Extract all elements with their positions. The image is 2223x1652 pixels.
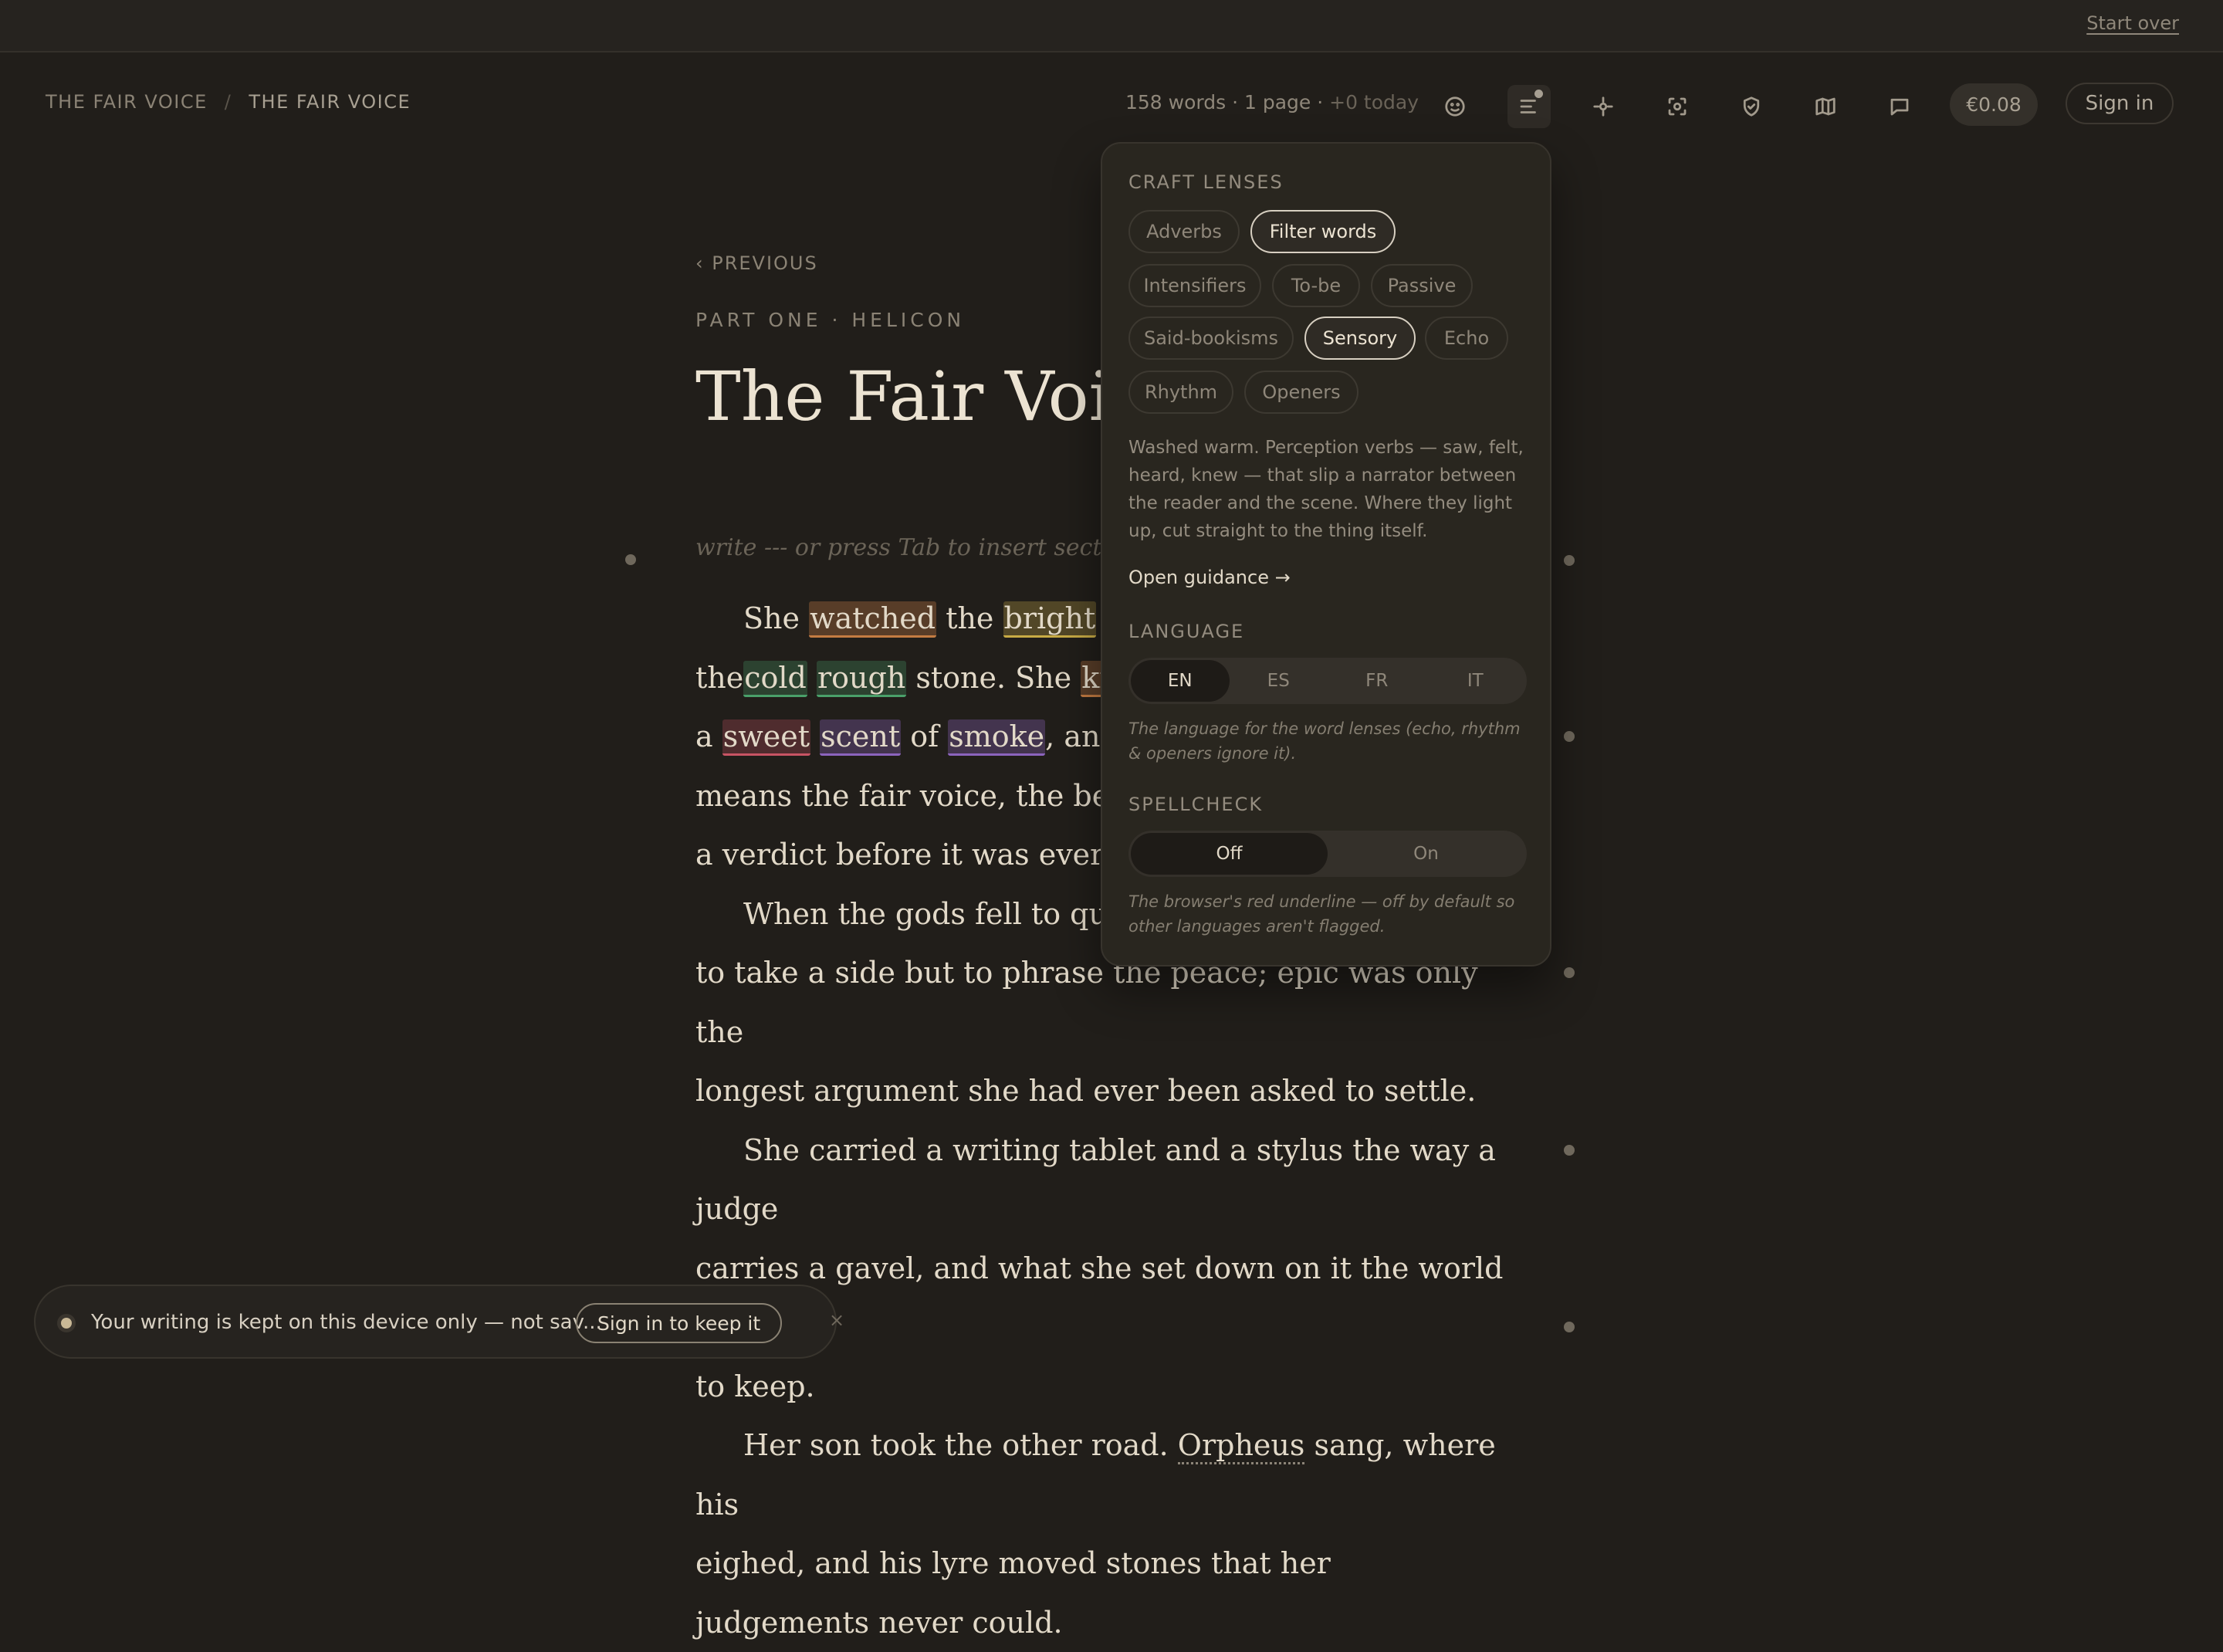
gutter-marker[interactable] xyxy=(1564,731,1575,742)
spellcheck-heading: SPELLCHECK xyxy=(1128,794,1264,815)
comment-icon[interactable] xyxy=(1878,85,1921,128)
lens-chip-filter-words[interactable]: Filter words xyxy=(1250,210,1396,253)
lenses-heading: CRAFT LENSES xyxy=(1128,171,1284,193)
spellcheck-off[interactable]: Off xyxy=(1131,833,1328,875)
local-storage-toast: Your writing is kept on this device only… xyxy=(34,1285,844,1359)
paragraph[interactable]: Her son took the other road. Orpheus san… xyxy=(695,1416,1529,1652)
previous-link[interactable]: ‹ PREVIOUS xyxy=(695,252,818,274)
lens-chip-echo[interactable]: Echo xyxy=(1425,317,1508,360)
language-heading: LANGUAGE xyxy=(1128,621,1245,642)
breadcrumb-separator: / xyxy=(224,91,232,113)
lens-chip-sensory[interactable]: Sensory xyxy=(1304,317,1416,360)
shield-check-icon[interactable] xyxy=(1730,85,1773,128)
gutter-marker[interactable] xyxy=(1564,1322,1575,1332)
lens-chip-passive[interactable]: Passive xyxy=(1371,264,1473,307)
spellcheck-note: The browser's red underline — off by def… xyxy=(1128,892,1515,936)
gutter-marker[interactable] xyxy=(625,554,636,565)
lens-menu-icon[interactable] xyxy=(1507,85,1551,128)
screenshot-frame-icon[interactable] xyxy=(1656,85,1699,128)
gutter-marker[interactable] xyxy=(1564,967,1575,978)
top-strip: Start over xyxy=(0,0,2223,52)
lens-highlight[interactable]: rough xyxy=(816,660,907,697)
lens-chip-adverbs[interactable]: Adverbs xyxy=(1128,210,1240,253)
close-icon[interactable]: × xyxy=(829,1309,844,1331)
craft-lenses-panel: CRAFT LENSES Adverbs Filter words Intens… xyxy=(1101,142,1551,966)
language-option-es[interactable]: ES xyxy=(1230,660,1328,702)
status-indicator-icon xyxy=(57,1314,76,1332)
breadcrumb-project[interactable]: THE FAIR VOICE xyxy=(46,91,208,113)
gutter-marker[interactable] xyxy=(1564,1145,1575,1156)
open-guidance-link[interactable]: Open guidance → xyxy=(1128,567,1291,588)
lens-chip-rhythm[interactable]: Rhythm xyxy=(1128,371,1233,414)
word-stats: 158 words · 1 page · +0 today xyxy=(1125,91,1419,113)
lens-highlight[interactable]: bright xyxy=(1003,601,1097,638)
lens-highlight[interactable]: smoke xyxy=(948,719,1046,756)
word-count: 158 words · 1 page · xyxy=(1125,91,1330,113)
lens-chip-to-be[interactable]: To-be xyxy=(1272,264,1360,307)
toast-message: Your writing is kept on this device only… xyxy=(91,1311,602,1334)
breadcrumb-document[interactable]: THE FAIR VOICE xyxy=(249,91,411,113)
lens-description: Washed warm. Perception verbs — saw, fel… xyxy=(1128,438,1524,541)
breadcrumb: THE FAIR VOICE / THE FAIR VOICE xyxy=(46,91,411,113)
gutter-marker[interactable] xyxy=(1564,555,1575,566)
language-option-it[interactable]: IT xyxy=(1426,660,1525,702)
lens-highlight[interactable]: cold xyxy=(743,660,807,697)
map-icon[interactable] xyxy=(1804,85,1847,128)
sign-in-button[interactable]: Sign in xyxy=(2066,83,2174,124)
sign-in-to-keep-button[interactable]: Sign in to keep it xyxy=(576,1303,783,1343)
notification-dot xyxy=(1534,90,1543,98)
lens-highlight[interactable]: watched xyxy=(809,601,937,638)
language-option-en[interactable]: EN xyxy=(1131,660,1230,702)
credit-balance[interactable]: €0.08 xyxy=(1950,83,2038,126)
paragraph[interactable]: She carried a writing tablet and a stylu… xyxy=(695,1121,1529,1417)
entity-link[interactable]: Orpheus xyxy=(1177,1428,1305,1464)
lens-highlight[interactable]: scent xyxy=(820,719,902,756)
lens-highlight[interactable]: sweet xyxy=(722,719,811,756)
language-option-fr[interactable]: FR xyxy=(1328,660,1426,702)
language-note: The language for the word lenses (echo, … xyxy=(1128,719,1521,763)
language-selector: EN ES FR IT xyxy=(1128,658,1527,704)
lens-chip-openers[interactable]: Openers xyxy=(1244,371,1358,414)
spellcheck-toggle: Off On xyxy=(1128,831,1527,877)
start-over-link[interactable]: Start over xyxy=(2086,12,2179,34)
lens-chip-intensifiers[interactable]: Intensifiers xyxy=(1128,264,1261,307)
part-label: PART ONE · HELICON xyxy=(695,309,966,331)
focus-icon[interactable] xyxy=(1582,85,1625,128)
lens-chip-said-bookisms[interactable]: Said-bookisms xyxy=(1128,317,1294,360)
today-count: +0 today xyxy=(1329,91,1419,113)
emoji-icon[interactable] xyxy=(1433,85,1477,128)
spellcheck-on[interactable]: On xyxy=(1328,833,1524,875)
